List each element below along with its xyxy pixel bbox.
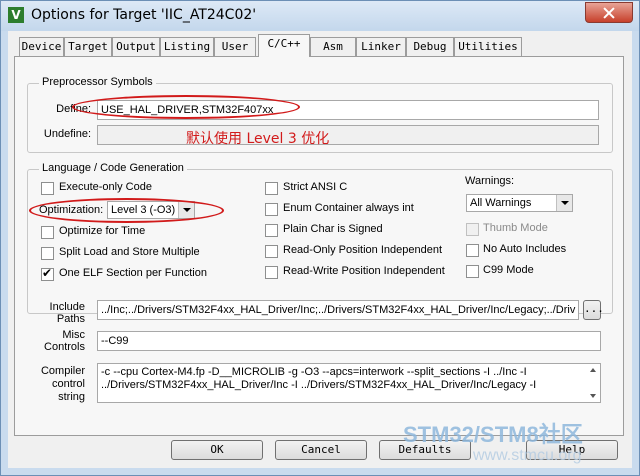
one-elf-label: One ELF Section per Function	[59, 267, 207, 279]
checkmark-icon: ✔	[42, 266, 53, 280]
optimization-highlight-ellipse	[29, 198, 224, 223]
watermark-url: www.stmcu.org	[473, 447, 582, 464]
misc-controls-label-line1: Misc	[62, 329, 85, 341]
warnings-select[interactable]: All Warnings	[466, 194, 573, 212]
misc-controls-label-line2: Controls	[44, 341, 85, 353]
tab-listing[interactable]: Listing	[160, 37, 214, 56]
title-bar[interactable]: V Options for Target 'IIC_AT24C02'	[1, 1, 639, 31]
cancel-button[interactable]: Cancel	[275, 440, 367, 460]
tab-asm[interactable]: Asm	[310, 37, 356, 56]
language-group-title: Language / Code Generation	[39, 162, 187, 174]
rw-pi-checkbox[interactable]	[265, 266, 278, 279]
scroll-up-icon[interactable]	[590, 368, 596, 372]
include-paths-label-line2: Paths	[56, 313, 85, 325]
dialog-client: Device Target Output Listing User C/C++ …	[8, 31, 632, 468]
split-load-checkbox[interactable]	[41, 247, 54, 260]
include-paths-input[interactable]: ../Inc;../Drivers/STM32F4xx_HAL_Driver/I…	[97, 300, 579, 320]
chevron-down-icon	[556, 195, 572, 211]
thumb-mode-checkbox[interactable]	[466, 223, 479, 236]
tab-c-cpp[interactable]: C/C++	[258, 34, 310, 57]
compiler-control-label-line2: control	[51, 378, 85, 390]
strict-ansi-checkbox[interactable]	[265, 182, 278, 195]
enum-container-checkbox[interactable]	[265, 203, 278, 216]
c99-mode-checkbox[interactable]	[466, 265, 479, 278]
undefine-input[interactable]	[97, 125, 599, 145]
no-auto-includes-label: No Auto Includes	[483, 243, 567, 255]
tab-linker[interactable]: Linker	[356, 37, 406, 56]
compiler-control-line1: -c --cpu Cortex-M4.fp -D__MICROLIB -g -O…	[101, 366, 527, 378]
window-title: Options for Target 'IIC_AT24C02'	[31, 7, 257, 23]
misc-controls-label: Misc Controls	[27, 329, 85, 353]
ok-button[interactable]: OK	[171, 440, 263, 460]
enum-container-label: Enum Container always int	[283, 202, 414, 214]
optimize-time-checkbox[interactable]	[41, 226, 54, 239]
close-button[interactable]	[585, 2, 633, 23]
watermark-text: STM32/STM8社区	[403, 422, 583, 447]
warnings-label: Warnings:	[465, 175, 515, 187]
scroll-down-icon[interactable]	[590, 394, 596, 398]
plain-char-checkbox[interactable]	[265, 224, 278, 237]
keil-uvision-icon: V	[8, 7, 24, 23]
include-paths-label-line1: Include	[49, 301, 85, 313]
define-highlight-ellipse	[72, 95, 300, 119]
optimize-time-label: Optimize for Time	[59, 225, 146, 237]
tab-device[interactable]: Device	[19, 37, 64, 56]
tab-user[interactable]: User	[214, 37, 256, 56]
undefine-label: Undefine:	[43, 128, 91, 140]
compiler-control-textarea[interactable]: -c --cpu Cortex-M4.fp -D__MICROLIB -g -O…	[97, 363, 601, 403]
compiler-control-label: Compiler control string	[27, 365, 85, 404]
tab-output[interactable]: Output	[112, 37, 160, 56]
annotation-text: 默认使用 Level 3 优化	[186, 131, 330, 147]
split-load-label: Split Load and Store Multiple	[59, 246, 200, 258]
thumb-mode-label: Thumb Mode	[483, 222, 548, 234]
warnings-value: All Warnings	[470, 197, 532, 209]
one-elf-checkbox[interactable]: ✔	[41, 266, 54, 281]
tab-utilities[interactable]: Utilities	[454, 37, 522, 56]
execute-only-checkbox[interactable]	[41, 182, 54, 195]
compiler-control-line2: ../Drivers/STM32F4xx_HAL_Driver/Inc -I .…	[101, 379, 537, 391]
c99-mode-label: C99 Mode	[483, 264, 534, 276]
no-auto-includes-checkbox[interactable]	[466, 244, 479, 257]
strict-ansi-label: Strict ANSI C	[283, 181, 348, 193]
ro-pi-label: Read-Only Position Independent	[283, 244, 442, 256]
ro-pi-checkbox[interactable]	[265, 245, 278, 258]
preprocessor-group-title: Preprocessor Symbols	[39, 76, 156, 88]
compiler-control-label-line1: Compiler	[40, 365, 85, 377]
include-paths-label: Include Paths	[27, 301, 85, 325]
compiler-control-label-line3: string	[58, 391, 85, 403]
misc-controls-input[interactable]: --C99	[97, 331, 601, 351]
tab-debug[interactable]: Debug	[406, 37, 454, 56]
execute-only-label: Execute-only Code	[59, 181, 152, 193]
tab-target[interactable]: Target	[64, 37, 112, 56]
include-paths-browse-button[interactable]: ...	[583, 300, 604, 320]
rw-pi-label: Read-Write Position Independent	[283, 265, 445, 277]
plain-char-label: Plain Char is Signed	[283, 223, 383, 235]
options-dialog: V Options for Target 'IIC_AT24C02' Devic…	[0, 0, 640, 476]
